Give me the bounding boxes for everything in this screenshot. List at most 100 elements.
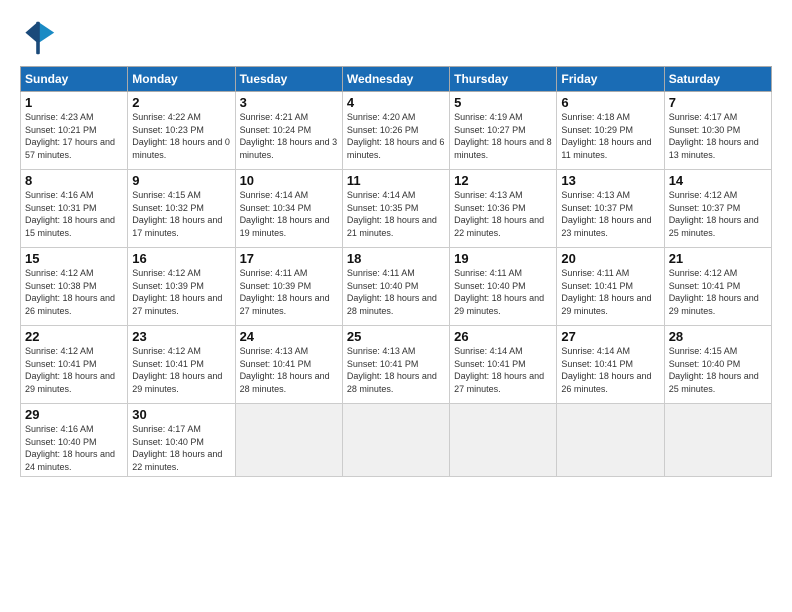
calendar-cell: 4Sunrise: 4:20 AMSunset: 10:26 PMDayligh…: [342, 92, 449, 170]
calendar-cell: 5Sunrise: 4:19 AMSunset: 10:27 PMDayligh…: [450, 92, 557, 170]
day-info: Sunrise: 4:20 AMSunset: 10:26 PMDaylight…: [347, 111, 445, 161]
day-info: Sunrise: 4:13 AMSunset: 10:36 PMDaylight…: [454, 189, 552, 239]
calendar-cell: 14Sunrise: 4:12 AMSunset: 10:37 PMDaylig…: [664, 170, 771, 248]
day-info: Sunrise: 4:15 AMSunset: 10:32 PMDaylight…: [132, 189, 230, 239]
day-number: 18: [347, 251, 445, 266]
calendar-cell: 9Sunrise: 4:15 AMSunset: 10:32 PMDayligh…: [128, 170, 235, 248]
day-number: 6: [561, 95, 659, 110]
day-number: 16: [132, 251, 230, 266]
day-number: 14: [669, 173, 767, 188]
day-number: 11: [347, 173, 445, 188]
day-info: Sunrise: 4:12 AMSunset: 10:41 PMDaylight…: [132, 345, 230, 395]
calendar-cell: 16Sunrise: 4:12 AMSunset: 10:39 PMDaylig…: [128, 248, 235, 326]
day-number: 30: [132, 407, 230, 422]
day-info: Sunrise: 4:12 AMSunset: 10:38 PMDaylight…: [25, 267, 123, 317]
day-info: Sunrise: 4:17 AMSunset: 10:30 PMDaylight…: [669, 111, 767, 161]
calendar-cell: 10Sunrise: 4:14 AMSunset: 10:34 PMDaylig…: [235, 170, 342, 248]
calendar-cell: [557, 404, 664, 477]
day-info: Sunrise: 4:21 AMSunset: 10:24 PMDaylight…: [240, 111, 338, 161]
day-number: 7: [669, 95, 767, 110]
day-info: Sunrise: 4:17 AMSunset: 10:40 PMDaylight…: [132, 423, 230, 473]
calendar-cell: [664, 404, 771, 477]
calendar: Sunday Monday Tuesday Wednesday Thursday…: [20, 66, 772, 477]
day-info: Sunrise: 4:23 AMSunset: 10:21 PMDaylight…: [25, 111, 123, 161]
calendar-cell: 13Sunrise: 4:13 AMSunset: 10:37 PMDaylig…: [557, 170, 664, 248]
day-number: 23: [132, 329, 230, 344]
day-info: Sunrise: 4:19 AMSunset: 10:27 PMDaylight…: [454, 111, 552, 161]
col-friday: Friday: [557, 67, 664, 92]
col-tuesday: Tuesday: [235, 67, 342, 92]
calendar-cell: [342, 404, 449, 477]
day-number: 20: [561, 251, 659, 266]
col-sunday: Sunday: [21, 67, 128, 92]
col-saturday: Saturday: [664, 67, 771, 92]
day-info: Sunrise: 4:12 AMSunset: 10:37 PMDaylight…: [669, 189, 767, 239]
calendar-cell: 8Sunrise: 4:16 AMSunset: 10:31 PMDayligh…: [21, 170, 128, 248]
calendar-cell: 6Sunrise: 4:18 AMSunset: 10:29 PMDayligh…: [557, 92, 664, 170]
day-number: 17: [240, 251, 338, 266]
day-number: 9: [132, 173, 230, 188]
day-number: 1: [25, 95, 123, 110]
day-number: 26: [454, 329, 552, 344]
calendar-cell: 24Sunrise: 4:13 AMSunset: 10:41 PMDaylig…: [235, 326, 342, 404]
day-number: 5: [454, 95, 552, 110]
calendar-cell: 7Sunrise: 4:17 AMSunset: 10:30 PMDayligh…: [664, 92, 771, 170]
day-number: 3: [240, 95, 338, 110]
day-info: Sunrise: 4:11 AMSunset: 10:41 PMDaylight…: [561, 267, 659, 317]
day-number: 24: [240, 329, 338, 344]
calendar-cell: 1Sunrise: 4:23 AMSunset: 10:21 PMDayligh…: [21, 92, 128, 170]
day-number: 25: [347, 329, 445, 344]
day-info: Sunrise: 4:14 AMSunset: 10:41 PMDaylight…: [454, 345, 552, 395]
calendar-cell: 30Sunrise: 4:17 AMSunset: 10:40 PMDaylig…: [128, 404, 235, 477]
day-info: Sunrise: 4:16 AMSunset: 10:40 PMDaylight…: [25, 423, 123, 473]
day-info: Sunrise: 4:14 AMSunset: 10:41 PMDaylight…: [561, 345, 659, 395]
calendar-cell: [450, 404, 557, 477]
day-number: 10: [240, 173, 338, 188]
day-number: 21: [669, 251, 767, 266]
day-number: 12: [454, 173, 552, 188]
day-info: Sunrise: 4:13 AMSunset: 10:37 PMDaylight…: [561, 189, 659, 239]
calendar-cell: 26Sunrise: 4:14 AMSunset: 10:41 PMDaylig…: [450, 326, 557, 404]
calendar-cell: 23Sunrise: 4:12 AMSunset: 10:41 PMDaylig…: [128, 326, 235, 404]
calendar-cell: 25Sunrise: 4:13 AMSunset: 10:41 PMDaylig…: [342, 326, 449, 404]
calendar-header-row: Sunday Monday Tuesday Wednesday Thursday…: [21, 67, 772, 92]
calendar-cell: 12Sunrise: 4:13 AMSunset: 10:36 PMDaylig…: [450, 170, 557, 248]
day-info: Sunrise: 4:18 AMSunset: 10:29 PMDaylight…: [561, 111, 659, 161]
calendar-cell: 19Sunrise: 4:11 AMSunset: 10:40 PMDaylig…: [450, 248, 557, 326]
day-info: Sunrise: 4:11 AMSunset: 10:40 PMDaylight…: [454, 267, 552, 317]
day-info: Sunrise: 4:11 AMSunset: 10:40 PMDaylight…: [347, 267, 445, 317]
day-info: Sunrise: 4:22 AMSunset: 10:23 PMDaylight…: [132, 111, 230, 161]
day-info: Sunrise: 4:12 AMSunset: 10:41 PMDaylight…: [25, 345, 123, 395]
col-wednesday: Wednesday: [342, 67, 449, 92]
day-number: 2: [132, 95, 230, 110]
calendar-cell: 15Sunrise: 4:12 AMSunset: 10:38 PMDaylig…: [21, 248, 128, 326]
calendar-cell: 29Sunrise: 4:16 AMSunset: 10:40 PMDaylig…: [21, 404, 128, 477]
calendar-cell: 2Sunrise: 4:22 AMSunset: 10:23 PMDayligh…: [128, 92, 235, 170]
day-number: 19: [454, 251, 552, 266]
day-number: 13: [561, 173, 659, 188]
day-number: 28: [669, 329, 767, 344]
calendar-cell: [235, 404, 342, 477]
col-thursday: Thursday: [450, 67, 557, 92]
calendar-cell: 22Sunrise: 4:12 AMSunset: 10:41 PMDaylig…: [21, 326, 128, 404]
calendar-cell: 21Sunrise: 4:12 AMSunset: 10:41 PMDaylig…: [664, 248, 771, 326]
calendar-cell: 27Sunrise: 4:14 AMSunset: 10:41 PMDaylig…: [557, 326, 664, 404]
day-number: 4: [347, 95, 445, 110]
day-info: Sunrise: 4:14 AMSunset: 10:35 PMDaylight…: [347, 189, 445, 239]
day-number: 29: [25, 407, 123, 422]
day-info: Sunrise: 4:12 AMSunset: 10:39 PMDaylight…: [132, 267, 230, 317]
logo-icon: [20, 20, 56, 56]
calendar-cell: 28Sunrise: 4:15 AMSunset: 10:40 PMDaylig…: [664, 326, 771, 404]
calendar-cell: 20Sunrise: 4:11 AMSunset: 10:41 PMDaylig…: [557, 248, 664, 326]
day-info: Sunrise: 4:14 AMSunset: 10:34 PMDaylight…: [240, 189, 338, 239]
day-number: 15: [25, 251, 123, 266]
day-number: 22: [25, 329, 123, 344]
col-monday: Monday: [128, 67, 235, 92]
day-number: 8: [25, 173, 123, 188]
day-info: Sunrise: 4:13 AMSunset: 10:41 PMDaylight…: [240, 345, 338, 395]
calendar-cell: 11Sunrise: 4:14 AMSunset: 10:35 PMDaylig…: [342, 170, 449, 248]
logo: [20, 20, 60, 56]
calendar-cell: 17Sunrise: 4:11 AMSunset: 10:39 PMDaylig…: [235, 248, 342, 326]
calendar-cell: 3Sunrise: 4:21 AMSunset: 10:24 PMDayligh…: [235, 92, 342, 170]
day-info: Sunrise: 4:15 AMSunset: 10:40 PMDaylight…: [669, 345, 767, 395]
